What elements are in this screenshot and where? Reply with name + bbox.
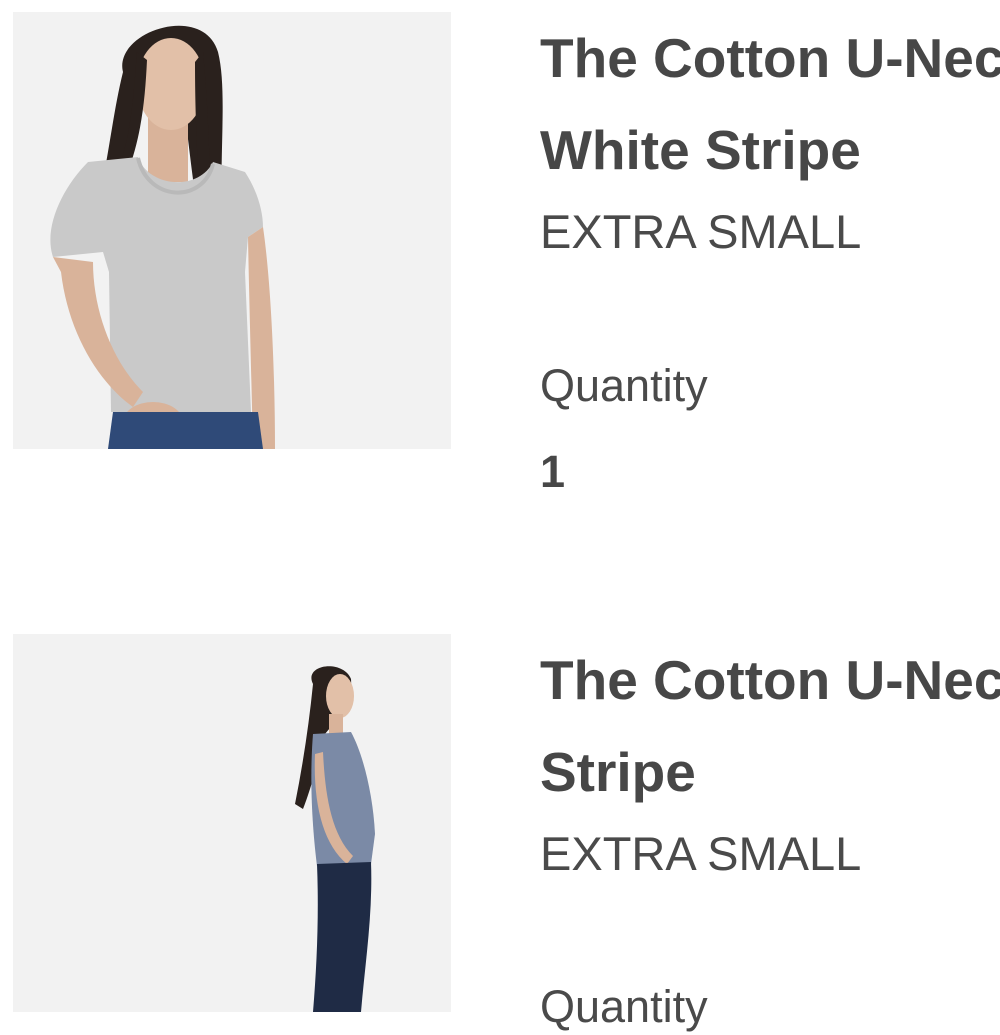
item-size: EXTRA SMALL bbox=[540, 827, 862, 880]
product-image[interactable] bbox=[13, 12, 451, 449]
cart-item: The Cotton U-Neck Tee Stripe EXTRA SMALL… bbox=[0, 622, 1000, 1032]
item-title-line1: The Cotton U-Neck Tee bbox=[540, 27, 1000, 89]
item-title[interactable]: The Cotton U-Neck Tee White Stripe bbox=[540, 12, 1000, 196]
quantity-label: Quantity bbox=[540, 981, 708, 1032]
item-title[interactable]: The Cotton U-Neck Tee Stripe bbox=[540, 634, 1000, 818]
cart-item: The Cotton U-Neck Tee White Stripe EXTRA… bbox=[0, 0, 1000, 600]
model-illustration bbox=[13, 12, 451, 449]
product-image[interactable] bbox=[13, 634, 451, 1012]
item-title-line2: White Stripe bbox=[540, 119, 861, 181]
model-illustration bbox=[13, 634, 451, 1012]
item-title-line1: The Cotton U-Neck Tee bbox=[540, 649, 1000, 711]
item-title-line2: Stripe bbox=[540, 741, 696, 803]
quantity-label: Quantity bbox=[540, 360, 708, 411]
quantity-value[interactable]: 1 bbox=[540, 444, 565, 500]
item-size: EXTRA SMALL bbox=[540, 205, 862, 258]
